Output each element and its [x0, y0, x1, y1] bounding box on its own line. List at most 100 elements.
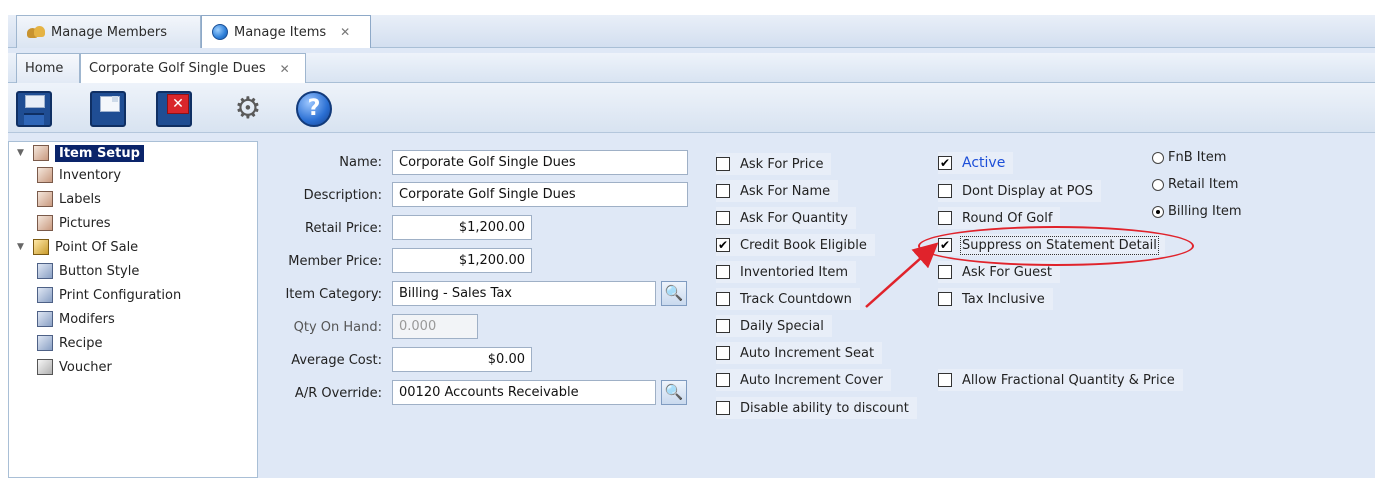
checkbox-auto-increment-seat[interactable]: Auto Increment Seat [716, 342, 883, 364]
tree-item-recipe[interactable]: Recipe [37, 332, 102, 354]
voucher-icon [37, 359, 53, 375]
radio-retail-item[interactable]: Retail Item [1152, 177, 1238, 192]
qty-on-hand-label: Qty On Hand: [293, 320, 382, 335]
checkbox-box [716, 346, 730, 360]
tree-label: Inventory [59, 167, 122, 183]
close-icon[interactable]: ✕ [340, 25, 350, 39]
checkbox-active[interactable]: ✔ Active [938, 152, 1014, 174]
checkbox-label: Allow Fractional Quantity & Price [962, 372, 1175, 388]
retail-price-field[interactable]: $1,200.00 [392, 215, 532, 240]
item-category-search-icon[interactable]: 🔍 [661, 281, 687, 306]
checkbox-inventoried-item[interactable]: Inventoried Item [716, 261, 856, 283]
tab-label: Manage Members [51, 24, 168, 40]
checkbox-label: Auto Increment Cover [740, 372, 883, 388]
checkbox-tax-inclusive[interactable]: Tax Inclusive [938, 288, 1053, 310]
member-price-field[interactable]: $1,200.00 [392, 248, 532, 273]
members-icon [27, 25, 45, 39]
tree-item-labels[interactable]: Labels [37, 188, 101, 210]
save-icon[interactable] [16, 91, 52, 127]
checkbox-label: Active [962, 155, 1006, 171]
checkbox-daily-special[interactable]: Daily Special [716, 315, 832, 337]
tab-manage-members[interactable]: Manage Members [16, 15, 201, 48]
name-field[interactable]: Corporate Golf Single Dues [392, 150, 688, 175]
radio-label: Billing Item [1168, 204, 1242, 219]
button-style-icon [37, 263, 53, 279]
radio-label: FnB Item [1168, 150, 1227, 165]
checkbox-box [716, 265, 730, 279]
tree-item-inventory[interactable]: Inventory [37, 164, 121, 186]
tab-manage-items[interactable]: Manage Items ✕ [201, 15, 371, 48]
average-cost-field[interactable]: $0.00 [392, 347, 532, 372]
tab-home[interactable]: Home [16, 53, 80, 83]
ar-override-field[interactable]: 00120 Accounts Receivable [392, 380, 656, 405]
ar-override-label: A/R Override: [294, 386, 382, 401]
item-setup-tree: ▼ Item Setup Inventory Labels Pictures ▼… [8, 141, 258, 478]
new-icon[interactable] [90, 91, 126, 127]
inventory-icon [37, 167, 53, 183]
checkbox-ask-for-price[interactable]: Ask For Price [716, 153, 832, 175]
member-price-label: Member Price: [288, 254, 382, 269]
tree-item-print-configuration[interactable]: Print Configuration [37, 284, 181, 306]
tree-label: Print Configuration [59, 287, 182, 303]
collapse-icon[interactable]: ▼ [17, 242, 27, 252]
labels-icon [37, 191, 53, 207]
ar-override-search-icon[interactable]: 🔍 [661, 380, 687, 405]
checkbox-ask-for-name[interactable]: Ask For Name [716, 180, 839, 202]
tree-item-modifers[interactable]: Modifers [37, 308, 115, 330]
tree-item-button-style[interactable]: Button Style [37, 260, 139, 282]
name-label: Name: [339, 155, 382, 170]
checkbox-auto-increment-cover[interactable]: Auto Increment Cover [716, 369, 891, 391]
globe-icon [212, 24, 228, 40]
tab-corporate-golf-single-dues[interactable]: Corporate Golf Single Dues ✕ [80, 53, 306, 83]
description-field[interactable]: Corporate Golf Single Dues [392, 182, 688, 207]
tree-item-item-setup[interactable]: ▼ Item Setup [17, 142, 144, 164]
checkbox-box [716, 292, 730, 306]
tab-label: Manage Items [234, 24, 327, 40]
radio-fnb-item[interactable]: FnB Item [1152, 150, 1226, 165]
tree-item-pictures[interactable]: Pictures [37, 212, 110, 234]
radio-indicator [1152, 151, 1164, 164]
checkbox-allow-fractional-quantity-and-price[interactable]: Allow Fractional Quantity & Price [938, 369, 1183, 391]
tab-label: Home [25, 61, 64, 76]
delete-icon[interactable] [156, 91, 192, 127]
tree-item-voucher[interactable]: Voucher [37, 356, 112, 378]
checkbox-box: ✔ [938, 156, 952, 170]
checkbox-disable-ability-to-discount[interactable]: Disable ability to discount [716, 397, 917, 419]
checkbox-label: Tax Inclusive [962, 291, 1045, 307]
tree-label: Voucher [59, 359, 112, 375]
toolbar: ⚙ ? [8, 83, 1375, 133]
checkbox-label: Inventoried Item [740, 264, 848, 280]
tree-item-point-of-sale[interactable]: ▼ Point Of Sale [17, 236, 138, 258]
checkbox-dont-display-at-pos[interactable]: Dont Display at POS [938, 180, 1102, 202]
tree-label: Labels [59, 191, 101, 207]
tree-label: Item Setup [55, 144, 144, 162]
tree-label: Button Style [59, 263, 140, 279]
main-tab-strip: Manage Members Manage Items ✕ [8, 15, 1375, 48]
checkbox-track-countdown[interactable]: Track Countdown [716, 288, 860, 310]
checkbox-box [938, 292, 952, 306]
checkbox-box [716, 211, 730, 225]
checkbox-box [938, 265, 952, 279]
checkbox-label: Ask For Price [740, 156, 824, 172]
close-icon[interactable]: ✕ [280, 62, 290, 76]
checkbox-label: Disable ability to discount [740, 400, 909, 416]
item-category-label: Item Category: [285, 287, 382, 302]
settings-icon[interactable]: ⚙ [230, 91, 266, 127]
pictures-icon [37, 215, 53, 231]
tree-label: Recipe [59, 335, 103, 351]
radio-billing-item[interactable]: Billing Item [1152, 204, 1242, 219]
retail-price-label: Retail Price: [305, 221, 382, 236]
point-of-sale-icon [33, 239, 49, 255]
tab-label: Corporate Golf Single Dues [89, 61, 266, 76]
item-category-field[interactable]: Billing - Sales Tax [392, 281, 656, 306]
checkbox-box [716, 319, 730, 333]
radio-indicator [1152, 205, 1164, 218]
recipe-icon [37, 335, 53, 351]
checkbox-ask-for-quantity[interactable]: Ask For Quantity [716, 207, 856, 229]
help-icon[interactable]: ? [296, 91, 332, 127]
radio-label: Retail Item [1168, 177, 1239, 192]
checkbox-label: Ask For Name [740, 183, 831, 199]
checkbox-label: Auto Increment Seat [740, 345, 875, 361]
collapse-icon[interactable]: ▼ [17, 148, 27, 158]
checkbox-credit-book-eligible[interactable]: ✔ Credit Book Eligible [716, 234, 875, 256]
